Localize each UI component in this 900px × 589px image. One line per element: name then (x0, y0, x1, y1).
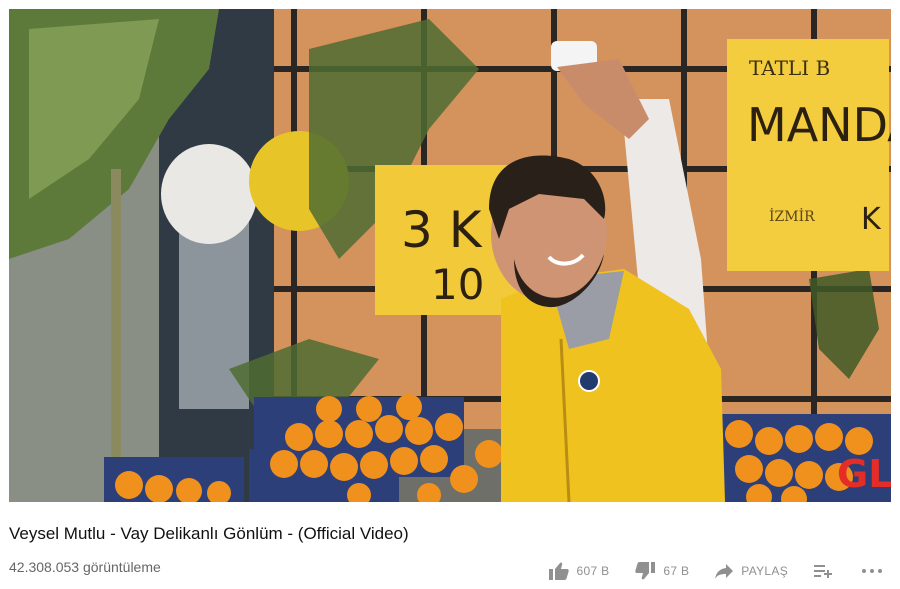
sign-price-text-1: 3 K (401, 201, 483, 259)
video-title: Veysel Mutlu - Vay Delikanlı Gönlüm - (O… (9, 524, 409, 543)
more-actions-button[interactable] (862, 569, 882, 573)
share-button[interactable]: PAYLAŞ (715, 563, 788, 579)
dislike-count: 67 B (663, 564, 690, 578)
action-bar: 607 B 67 B PAYLAŞ (548, 560, 882, 582)
more-icon (862, 569, 882, 573)
sign-k-text: K (861, 202, 882, 237)
like-button[interactable]: 607 B (548, 562, 610, 580)
share-label: PAYLAŞ (741, 564, 788, 578)
view-count: 42.308.053 görüntüleme (9, 559, 161, 575)
add-to-playlist-icon (814, 564, 832, 578)
video-frame: TATLI B MANDA İZMİR K 3 K 10 (9, 9, 891, 502)
sign-price-text-2: 10 (431, 260, 484, 309)
thumbs-down-icon (635, 562, 656, 580)
channel-logo: GL (837, 452, 891, 496)
like-count: 607 B (576, 564, 610, 578)
sign-top-text: TATLI B (749, 56, 830, 80)
add-to-playlist-button[interactable] (814, 564, 832, 578)
share-arrow-icon (715, 563, 734, 579)
video-player[interactable]: TATLI B MANDA İZMİR K 3 K 10 (9, 9, 891, 502)
dislike-button[interactable]: 67 B (635, 562, 689, 580)
thumbs-up-icon (548, 562, 569, 580)
video-watch-page: TATLI B MANDA İZMİR K 3 K 10 (0, 0, 900, 589)
sign-izmir-text: İZMİR (769, 207, 815, 225)
sign-main-text: MANDA (747, 98, 891, 152)
